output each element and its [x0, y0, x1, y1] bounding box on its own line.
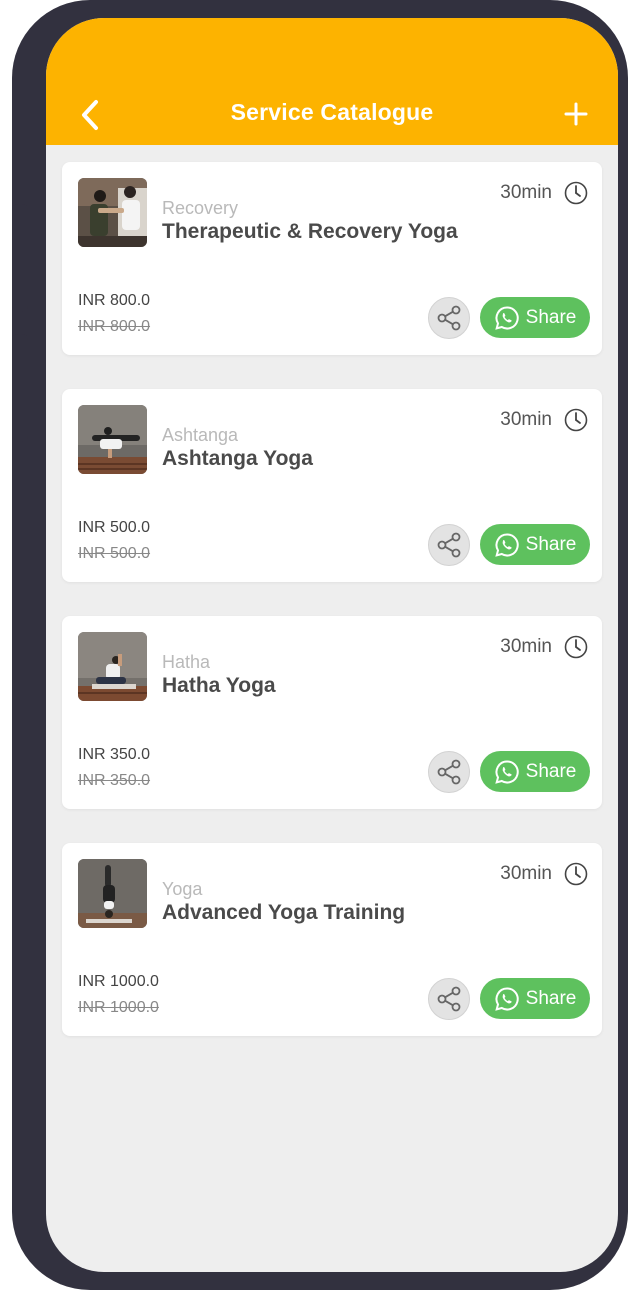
service-original-price: INR 350.0: [78, 772, 151, 789]
share-button[interactable]: [428, 524, 470, 566]
whatsapp-icon: [494, 305, 519, 330]
share-icon: [437, 532, 461, 558]
add-service-button[interactable]: [564, 102, 588, 126]
service-name: Hatha Yoga: [162, 674, 276, 697]
whatsapp-share-button[interactable]: Share: [480, 751, 590, 792]
service-thumbnail: [78, 859, 147, 928]
whatsapp-icon: [494, 759, 519, 784]
app-header: Service Catalogue: [46, 18, 618, 145]
service-duration: 30min: [500, 409, 552, 430]
share-icon: [437, 305, 461, 331]
service-name: Ashtanga Yoga: [162, 447, 313, 470]
clock-icon: [564, 862, 588, 886]
service-category: Yoga: [162, 879, 203, 899]
plus-icon: [564, 102, 588, 126]
service-category: Recovery: [162, 198, 239, 218]
clock-icon: [564, 181, 588, 205]
service-price: INR 800.0: [78, 292, 151, 309]
service-price: INR 1000.0: [78, 973, 159, 990]
share-icon: [437, 759, 461, 785]
page-title: Service Catalogue: [230, 99, 434, 125]
service-thumbnail: [78, 632, 147, 701]
service-thumbnail: [78, 178, 147, 247]
service-original-price: INR 1000.0: [78, 999, 159, 1016]
share-button[interactable]: [428, 751, 470, 793]
service-thumbnail: [78, 405, 147, 474]
volume-down-button: [12, 334, 28, 442]
service-name: Therapeutic & Recovery Yoga: [162, 220, 458, 243]
whatsapp-share-button[interactable]: Share: [480, 297, 590, 338]
service-duration: 30min: [500, 863, 552, 884]
service-card[interactable]: Hatha Hatha Yoga 30min INR 350.0 INR 350…: [62, 616, 602, 809]
whatsapp-share-label: Share: [525, 760, 577, 782]
service-price: INR 500.0: [78, 519, 151, 536]
service-category: Hatha: [162, 652, 211, 672]
service-card[interactable]: Ashtanga Ashtanga Yoga 30min INR 500.0 I…: [62, 389, 602, 582]
volume-up-button: [12, 204, 28, 312]
clock-icon: [564, 408, 588, 432]
service-original-price: INR 500.0: [78, 545, 151, 562]
service-duration: 30min: [500, 182, 552, 203]
whatsapp-share-label: Share: [525, 987, 577, 1009]
share-icon: [437, 986, 461, 1012]
service-category: Ashtanga: [162, 425, 239, 445]
service-card[interactable]: Recovery Therapeutic & Recovery Yoga 30m…: [62, 162, 602, 355]
service-card[interactable]: Yoga Advanced Yoga Training 30min INR 10…: [62, 843, 602, 1036]
whatsapp-share-button[interactable]: Share: [480, 524, 590, 565]
screen: Service Catalogue Recovery Therapeutic &…: [46, 18, 618, 1272]
clock-icon: [564, 635, 588, 659]
service-original-price: INR 800.0: [78, 318, 151, 335]
whatsapp-share-button[interactable]: Share: [480, 978, 590, 1019]
share-button[interactable]: [428, 978, 470, 1020]
whatsapp-share-label: Share: [525, 533, 577, 555]
service-list: Recovery Therapeutic & Recovery Yoga 30m…: [62, 162, 602, 1070]
service-name: Advanced Yoga Training: [162, 901, 406, 924]
whatsapp-icon: [494, 986, 519, 1011]
whatsapp-share-label: Share: [525, 306, 577, 328]
share-button[interactable]: [428, 297, 470, 339]
service-duration: 30min: [500, 636, 552, 657]
whatsapp-icon: [494, 532, 519, 557]
phone-frame: Service Catalogue Recovery Therapeutic &…: [12, 0, 628, 1290]
service-price: INR 350.0: [78, 746, 151, 763]
